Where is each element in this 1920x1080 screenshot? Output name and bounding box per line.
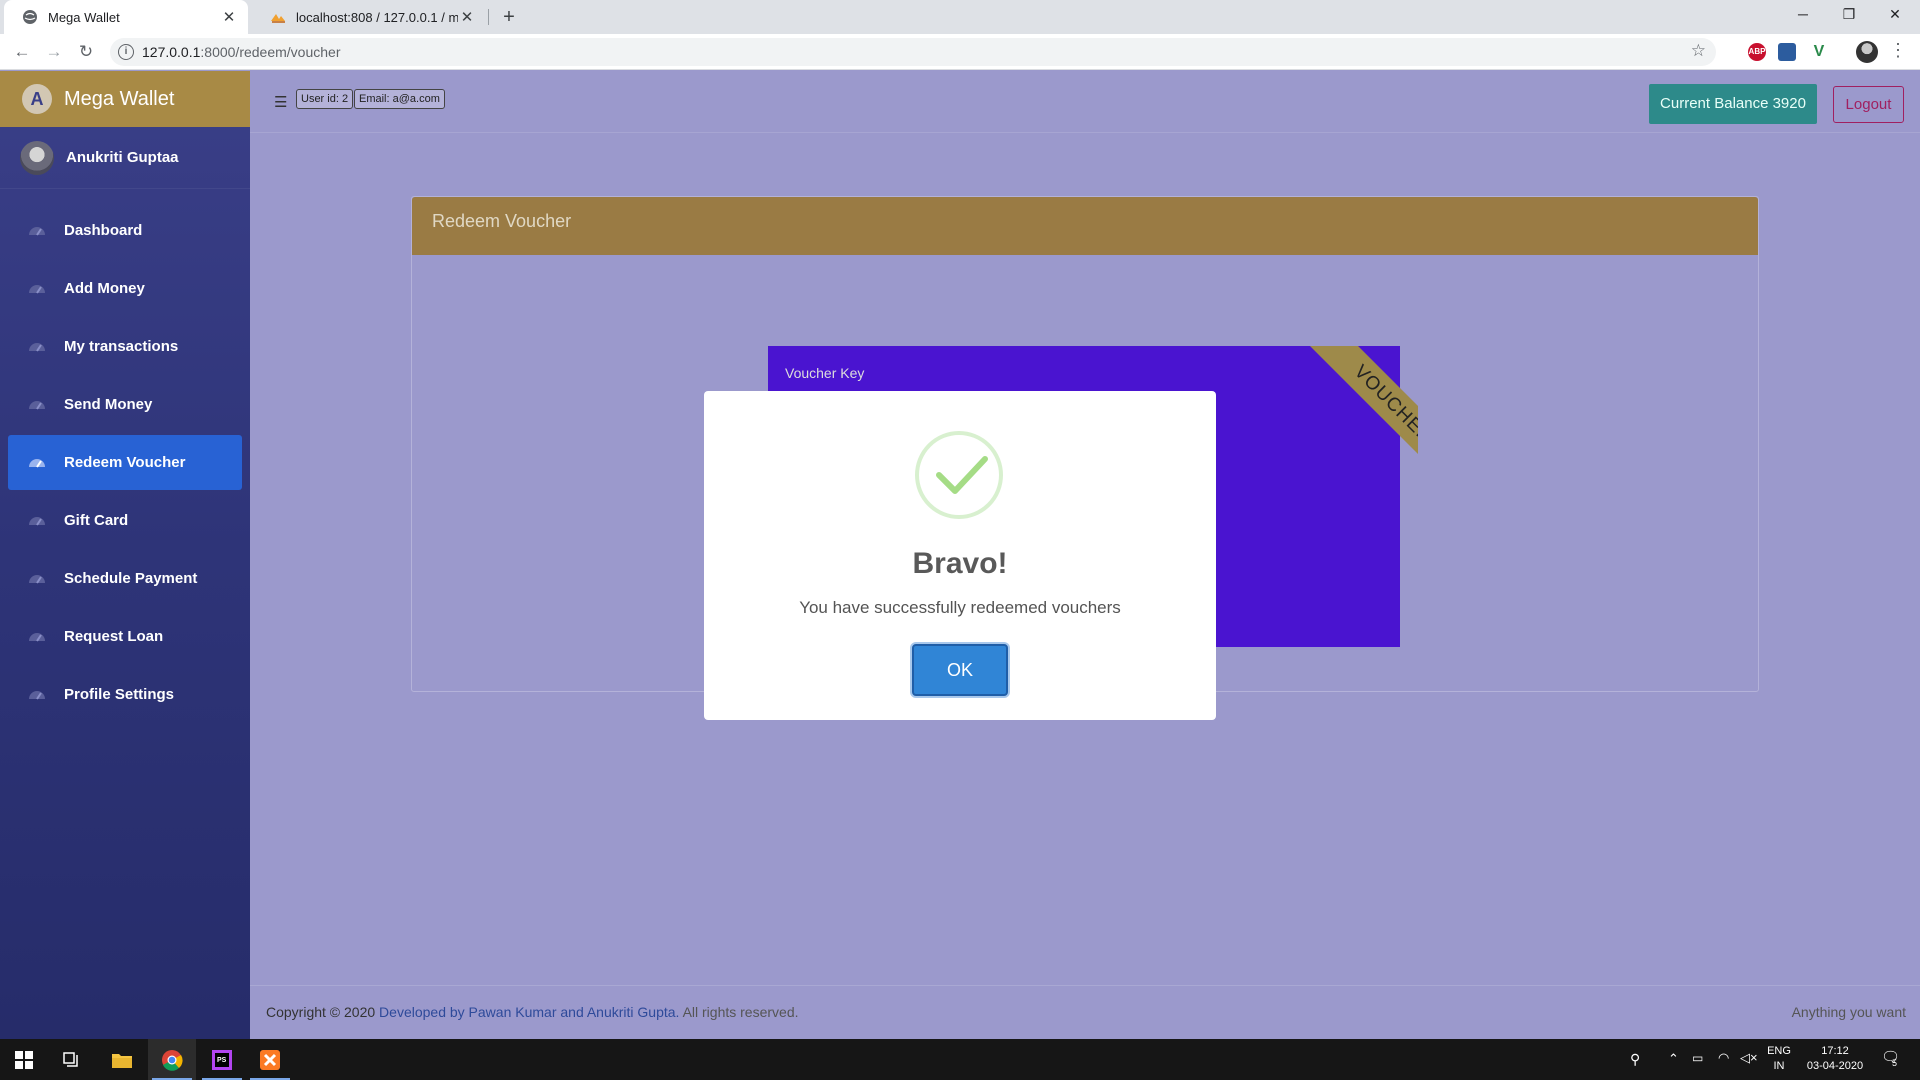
extension-icon[interactable] [1778, 43, 1796, 61]
notifications-icon[interactable]: 🗨5 [1878, 1048, 1908, 1068]
tab-close-icon[interactable]: ✕ [458, 8, 476, 26]
clock-date: 03-04-2020 [1806, 1060, 1864, 1072]
tab-close-icon[interactable]: ✕ [220, 8, 238, 26]
people-icon[interactable]: ⚲ [1630, 1051, 1640, 1068]
tab-title: Mega Wallet [48, 9, 120, 25]
url-path: :8000/redeem/voucher [200, 44, 341, 60]
ok-button[interactable]: OK [912, 644, 1008, 696]
new-tab-button[interactable]: + [496, 4, 522, 30]
xampp-icon[interactable] [246, 1039, 294, 1080]
region-code: IN [1773, 1060, 1785, 1072]
volume-muted-icon[interactable]: ◁× [1740, 1050, 1758, 1066]
tab-mega-wallet[interactable]: Mega Wallet ✕ [4, 0, 248, 34]
dialog-title: Bravo! [912, 547, 1008, 580]
info-icon[interactable]: i [118, 44, 134, 60]
address-bar[interactable]: i 127.0.0.1:8000/redeem/voucher ☆ [110, 38, 1716, 66]
browser-tabstrip: Mega Wallet ✕ localhost:808 / 127.0.0.1 … [0, 0, 1920, 34]
battery-icon[interactable]: ▭ [1692, 1051, 1703, 1065]
vue-devtools-icon[interactable]: V [1810, 43, 1828, 61]
adblock-extension-icon[interactable]: ABP [1748, 43, 1766, 61]
windows-start-icon[interactable] [0, 1039, 48, 1080]
url-host: 127.0.0.1 [142, 44, 201, 60]
language-code: ENG [1767, 1045, 1791, 1057]
phpstorm-icon[interactable]: PS [198, 1039, 246, 1080]
maximize-button[interactable]: ❐ [1826, 0, 1872, 30]
notification-count: 5 [1892, 1058, 1898, 1068]
bookmark-star-icon[interactable]: ☆ [1691, 41, 1706, 61]
dialog-message: You have successfully redeemed vouchers [799, 598, 1121, 617]
minimize-button[interactable]: ─ [1780, 0, 1826, 30]
browser-menu-icon[interactable]: ⋮ [1888, 40, 1908, 61]
tab-title: localhost:808 / 127.0.0.1 / mega_ [296, 9, 458, 25]
close-window-button[interactable]: ✕ [1872, 0, 1918, 30]
clock-time: 17:12 [1821, 1045, 1849, 1057]
globe-icon [22, 9, 38, 25]
language-indicator[interactable]: ENG IN [1764, 1045, 1794, 1072]
back-arrow-icon[interactable]: ← [10, 40, 34, 64]
windows-taskbar: PS ⚲ ⌃ ▭ ◠ ◁× ENG IN 17:12 03-04-2020 🗨5 [0, 1039, 1920, 1080]
success-check-icon [915, 431, 1003, 519]
forward-arrow-icon[interactable]: → [42, 40, 66, 64]
phpmyadmin-icon [270, 9, 286, 25]
reload-icon[interactable]: ↻ [74, 40, 98, 64]
browser-toolbar: ← → ↻ i 127.0.0.1:8000/redeem/voucher ☆ … [0, 34, 1920, 70]
file-explorer-icon[interactable] [98, 1039, 146, 1080]
tab-separator [488, 9, 489, 25]
tray-chevron-up-icon[interactable]: ⌃ [1668, 1051, 1679, 1067]
clock[interactable]: 17:12 03-04-2020 [1800, 1045, 1870, 1072]
task-view-icon[interactable] [48, 1039, 96, 1080]
wifi-icon[interactable]: ◠ [1718, 1050, 1729, 1066]
tab-phpmyadmin[interactable]: localhost:808 / 127.0.0.1 / mega_ ✕ [252, 0, 486, 34]
chrome-icon[interactable] [148, 1039, 196, 1080]
url-text[interactable]: 127.0.0.1:8000/redeem/voucher [142, 44, 340, 60]
success-dialog: Bravo! You have successfully redeemed vo… [704, 391, 1216, 720]
svg-text:PS: PS [217, 1057, 227, 1064]
profile-avatar-icon[interactable] [1856, 41, 1878, 63]
